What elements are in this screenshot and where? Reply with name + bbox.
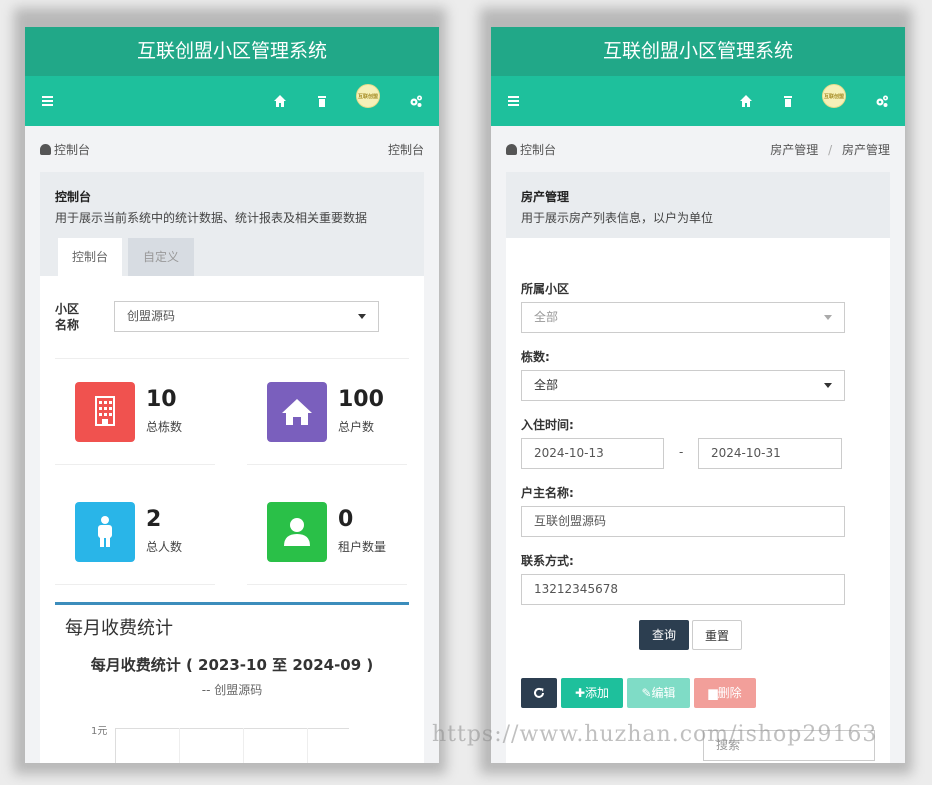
checkin-date-from[interactable]: 2024-10-13 — [521, 438, 664, 469]
owner-name-input[interactable]: 互联创盟源码 — [521, 506, 845, 537]
community-select[interactable]: 全部 — [521, 302, 845, 333]
breadcrumb-parent[interactable]: 房产管理 — [770, 143, 818, 157]
person-icon — [75, 502, 135, 562]
app-title: 互联创盟小区管理系统 — [25, 27, 439, 76]
building-label: 栋数: — [521, 350, 550, 364]
caret-down-icon — [824, 383, 832, 388]
menu-icon[interactable] — [507, 94, 521, 108]
panel-title: 控制台 — [55, 190, 92, 204]
stat-value: 0 — [338, 507, 354, 532]
avatar[interactable]: 互联创盟 — [822, 84, 846, 108]
tab-dashboard[interactable]: 控制台 — [58, 238, 122, 276]
panel-heading: 房产管理 用于展示房产列表信息，以户为单位 — [506, 172, 890, 238]
checkin-date-to[interactable]: 2024-10-31 — [698, 438, 842, 469]
dashboard-icon — [506, 144, 517, 155]
user-icon — [267, 502, 327, 562]
home-icon[interactable] — [273, 94, 287, 108]
house-icon — [267, 382, 327, 442]
breadcrumb: 控制台 控制台 — [25, 126, 439, 172]
chart-gridline — [115, 728, 349, 729]
menu-icon[interactable] — [41, 94, 55, 108]
stat-card-tenants: 0 租户数量 — [247, 479, 407, 585]
breadcrumb-label: 控制台 — [54, 143, 91, 157]
dashboard-body: 小区名称 创盟源码 10 总栋数 100 总户数 2 总人数 0 租户数量 每月… — [40, 276, 424, 763]
app-title: 互联创盟小区管理系统 — [491, 27, 905, 76]
refresh-icon — [534, 687, 544, 698]
main-content: 房产管理 用于展示房产列表信息，以户为单位 所属小区 全部 栋数: 全部 入住时… — [491, 172, 905, 763]
stat-label: 总栋数 — [146, 420, 183, 434]
breadcrumb-separator: / — [828, 143, 833, 157]
monthly-fee-chart-box: 每月收费统计 每月收费统计 ( 2023-10 至 2024-09 ) -- 创… — [55, 602, 409, 763]
panel-heading: 控制台 用于展示当前系统中的统计数据、统计报表及相关重要数据 控制台 自定义 — [40, 172, 424, 276]
panel-description: 用于展示当前系统中的统计数据、统计报表及相关重要数据 — [55, 211, 368, 225]
checkin-label: 入住时间: — [521, 418, 574, 432]
stat-value: 2 — [146, 507, 162, 532]
chart-title: 每月收费统计 ( 2023-10 至 2024-09 ) — [90, 656, 374, 674]
owner-label: 户主名称: — [521, 486, 574, 500]
chart-axis — [115, 728, 116, 763]
plus-icon: ✚ — [574, 686, 586, 700]
breadcrumb: 控制台 房产管理 / 房产管理 — [491, 126, 905, 172]
breadcrumb-current[interactable]: 控制台 — [388, 141, 424, 158]
add-button[interactable]: ✚添加 — [561, 678, 623, 708]
stat-label: 租户数量 — [338, 540, 387, 554]
caret-down-icon — [824, 315, 832, 320]
edit-button[interactable]: ✎编辑 — [627, 678, 690, 708]
community-select[interactable]: 创盟源码 — [114, 301, 379, 332]
chart-box-title: 每月收费统计 — [65, 618, 173, 639]
pencil-icon: ✎ — [641, 686, 652, 700]
stat-value: 100 — [338, 387, 384, 412]
community-filter-label: 小区名称 — [55, 302, 80, 332]
chart-gridline — [243, 728, 244, 763]
gears-icon[interactable] — [875, 94, 889, 108]
chart-subtitle: -- 创盟源码 — [201, 683, 263, 697]
query-button[interactable]: 查询 — [639, 620, 689, 650]
trash-icon: ▆ — [708, 686, 718, 700]
trash-icon[interactable] — [315, 94, 329, 108]
breadcrumb-current: 房产管理 — [841, 143, 890, 157]
avatar[interactable]: 互联创盟 — [356, 84, 380, 108]
trash-icon[interactable] — [781, 94, 795, 108]
date-range-separator: - — [679, 445, 684, 459]
top-navbar: 互联创盟 — [491, 76, 905, 126]
reset-button[interactable]: 重置 — [692, 620, 742, 650]
building-select[interactable]: 全部 — [521, 370, 845, 401]
dashboard-screen: 互联创盟小区管理系统 互联创盟 控制台 控制台 控制台 用于展示当前系统中的统计… — [25, 27, 439, 763]
caret-down-icon — [358, 314, 366, 319]
refresh-button[interactable] — [521, 678, 557, 708]
main-content: 控制台 用于展示当前系统中的统计数据、统计报表及相关重要数据 控制台 自定义 小… — [25, 172, 439, 763]
dashboard-icon — [40, 144, 51, 155]
home-icon[interactable] — [739, 94, 753, 108]
stat-card-people: 2 总人数 — [55, 479, 215, 585]
tab-custom[interactable]: 自定义 — [128, 238, 194, 276]
building-icon — [75, 382, 135, 442]
stat-label: 总户数 — [338, 420, 375, 434]
breadcrumb-label: 控制台 — [520, 143, 557, 157]
chart-gridline — [179, 728, 180, 763]
stat-card-buildings: 10 总栋数 — [55, 359, 215, 465]
y-axis-tick: 1元 — [91, 726, 108, 737]
watermark: https://www.huzhan.com/ishop29163 — [432, 722, 878, 747]
community-label: 所属小区 — [521, 282, 570, 296]
gears-icon[interactable] — [409, 94, 423, 108]
contact-input[interactable]: 13212345678 — [521, 574, 845, 605]
chart-gridline — [307, 728, 308, 763]
panel-title: 房产管理 — [521, 190, 570, 204]
delete-button[interactable]: ▆删除 — [694, 678, 756, 708]
panel-description: 用于展示房产列表信息，以户为单位 — [521, 211, 714, 225]
stat-card-households: 100 总户数 — [247, 359, 407, 465]
stat-value: 10 — [146, 387, 177, 412]
property-screen: 互联创盟小区管理系统 互联创盟 控制台 房产管理 / 房产管理 房产管理 用于展… — [491, 27, 905, 763]
stat-label: 总人数 — [146, 540, 183, 554]
top-navbar: 互联创盟 — [25, 76, 439, 126]
contact-label: 联系方式: — [521, 554, 574, 568]
